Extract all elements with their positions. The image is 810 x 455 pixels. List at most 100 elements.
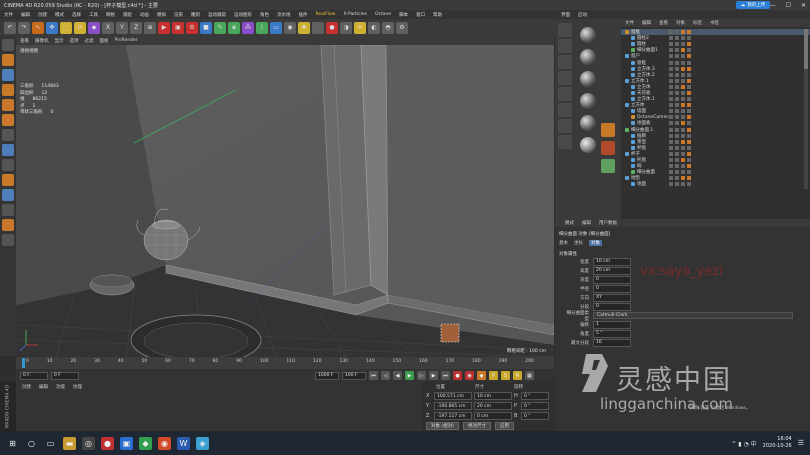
- tag-icon[interactable]: [681, 36, 685, 41]
- octane-material-icon[interactable]: ◐: [368, 21, 380, 34]
- viewport-menu-item[interactable]: 面板: [100, 38, 109, 44]
- position-field[interactable]: 100.571 cm: [434, 392, 472, 400]
- material-menu-item[interactable]: 编辑: [39, 384, 48, 390]
- rotation-field[interactable]: 0 °: [521, 402, 549, 410]
- object-menu-item[interactable]: 查看: [659, 20, 668, 26]
- object-flags[interactable]: [669, 151, 691, 156]
- object-flags[interactable]: [669, 103, 691, 108]
- tag-icon[interactable]: [687, 139, 691, 144]
- tag-icon[interactable]: [681, 72, 685, 77]
- material-menu-item[interactable]: 创建: [22, 384, 31, 390]
- attribute-value[interactable]: 16: [593, 338, 631, 347]
- key-position-icon[interactable]: P: [489, 371, 498, 380]
- axis-z-button[interactable]: Z: [130, 21, 142, 34]
- menu-item[interactable]: 选择: [72, 12, 81, 18]
- tray-icons[interactable]: ^ ▮ ◔ 中: [731, 439, 756, 448]
- apply-button[interactable]: 应用: [494, 422, 514, 430]
- tag-icon[interactable]: [687, 145, 691, 150]
- tag-icon[interactable]: [687, 36, 691, 41]
- scroll-thumb[interactable]: [804, 29, 808, 69]
- object-menu-item[interactable]: 标签: [693, 20, 702, 26]
- tag-icon[interactable]: [681, 145, 685, 150]
- clock[interactable]: 16:04 2020-10-26: [763, 436, 792, 450]
- close-icon[interactable]: ✕: [801, 2, 806, 9]
- visibility-dot-icon[interactable]: [669, 84, 673, 89]
- tag-icon[interactable]: [687, 54, 691, 59]
- tag-icon[interactable]: [681, 121, 685, 126]
- visibility-dot-icon[interactable]: [669, 48, 673, 53]
- undo-icon[interactable]: ↶: [4, 21, 16, 34]
- object-menu-item[interactable]: 对象: [676, 20, 685, 26]
- tag-icon[interactable]: [687, 30, 691, 35]
- visibility-dot-icon[interactable]: [669, 54, 673, 59]
- object-flags[interactable]: [669, 66, 691, 71]
- visibility-dot-icon[interactable]: [669, 103, 673, 108]
- tag-icon[interactable]: [681, 90, 685, 95]
- attribute-tab[interactable]: 用户数据: [599, 220, 617, 226]
- visibility-dot-icon[interactable]: [669, 133, 673, 138]
- visibility-dot-icon[interactable]: [669, 60, 673, 65]
- scale-tool-icon[interactable]: ⬚: [60, 21, 72, 34]
- attribute-tab[interactable]: 编辑: [582, 220, 591, 226]
- menu-item[interactable]: 模拟: [157, 12, 166, 18]
- sculpt-icon[interactable]: [2, 174, 14, 186]
- render-dot-icon[interactable]: [675, 109, 679, 114]
- tag-icon[interactable]: [681, 42, 685, 47]
- next-frame-icon[interactable]: ▷: [417, 371, 426, 380]
- tag-icon[interactable]: [681, 164, 685, 169]
- object-flags[interactable]: [669, 121, 691, 126]
- record-icon[interactable]: ●: [453, 371, 462, 380]
- render-dot-icon[interactable]: [675, 176, 679, 181]
- play-icon[interactable]: ▶: [405, 371, 414, 380]
- tag-icon[interactable]: [687, 109, 691, 114]
- tag-icon[interactable]: [687, 151, 691, 156]
- menu-item[interactable]: 捕捉: [123, 12, 132, 18]
- render-dot-icon[interactable]: [675, 48, 679, 53]
- object-flags[interactable]: [669, 36, 691, 41]
- material-sphere-icon[interactable]: [580, 115, 596, 131]
- menu-item[interactable]: 模式: [55, 12, 64, 18]
- render-dot-icon[interactable]: [675, 78, 679, 83]
- object-flags[interactable]: [669, 182, 691, 187]
- texture-tag-icon[interactable]: [601, 123, 615, 137]
- tag-icon[interactable]: [687, 121, 691, 126]
- object-flags[interactable]: [669, 42, 691, 47]
- visibility-dot-icon[interactable]: [669, 78, 673, 83]
- menu-item[interactable]: 网格: [106, 12, 115, 18]
- attribute-value[interactable]: 0: [593, 302, 631, 311]
- menu-item[interactable]: 渲染: [174, 12, 183, 18]
- viewport-menu-item[interactable]: 显示: [55, 38, 64, 44]
- material-sphere-icon[interactable]: [580, 137, 596, 153]
- render-dot-icon[interactable]: [675, 66, 679, 71]
- timeline[interactable]: 0 10 20 30 40 50 60 70 80 90 100 110 120 130 140 150 160…: [16, 357, 554, 369]
- notification-icon[interactable]: ☰: [798, 439, 804, 447]
- task-view-icon[interactable]: ▭: [44, 437, 57, 450]
- attribute-value[interactable]: 5 °: [593, 329, 631, 338]
- octane-light-icon[interactable]: ◓: [382, 21, 394, 34]
- key-rotation-icon[interactable]: R: [513, 371, 522, 380]
- size-field[interactable]: 20 cm: [474, 402, 512, 410]
- tag-icon[interactable]: [687, 90, 691, 95]
- attribute-value[interactable]: 10 cm: [593, 257, 631, 266]
- palette-button[interactable]: [558, 135, 572, 149]
- visibility-dot-icon[interactable]: [669, 170, 673, 175]
- visibility-dot-icon[interactable]: [669, 145, 673, 150]
- palette-button[interactable]: [558, 23, 572, 37]
- render-view-icon[interactable]: ▶: [158, 21, 170, 34]
- menu-item[interactable]: 脚本: [399, 12, 408, 18]
- go-start-icon[interactable]: ⏮: [369, 371, 378, 380]
- render-dot-icon[interactable]: [675, 60, 679, 65]
- render-dot-icon[interactable]: [675, 30, 679, 35]
- render-dot-icon[interactable]: [675, 170, 679, 175]
- attribute-value[interactable]: 0: [593, 284, 631, 293]
- position-field[interactable]: -197.117 cm: [434, 412, 472, 420]
- visibility-dot-icon[interactable]: [669, 121, 673, 126]
- layout-menu-item[interactable]: 界面: [561, 12, 570, 18]
- tag-icon[interactable]: [681, 97, 685, 102]
- render-dot-icon[interactable]: [675, 151, 679, 156]
- current-frame-field[interactable]: 0 F: [51, 371, 79, 380]
- menu-item[interactable]: 运动跟踪: [208, 12, 226, 18]
- viewport[interactable]: 透视视图 三角形 114843 四边形 12 线 86215 点 1 带状三角形 0 网格间距 :…: [16, 45, 554, 357]
- size-field[interactable]: 10 cm: [474, 392, 512, 400]
- menu-item[interactable]: RealFlow: [316, 12, 336, 17]
